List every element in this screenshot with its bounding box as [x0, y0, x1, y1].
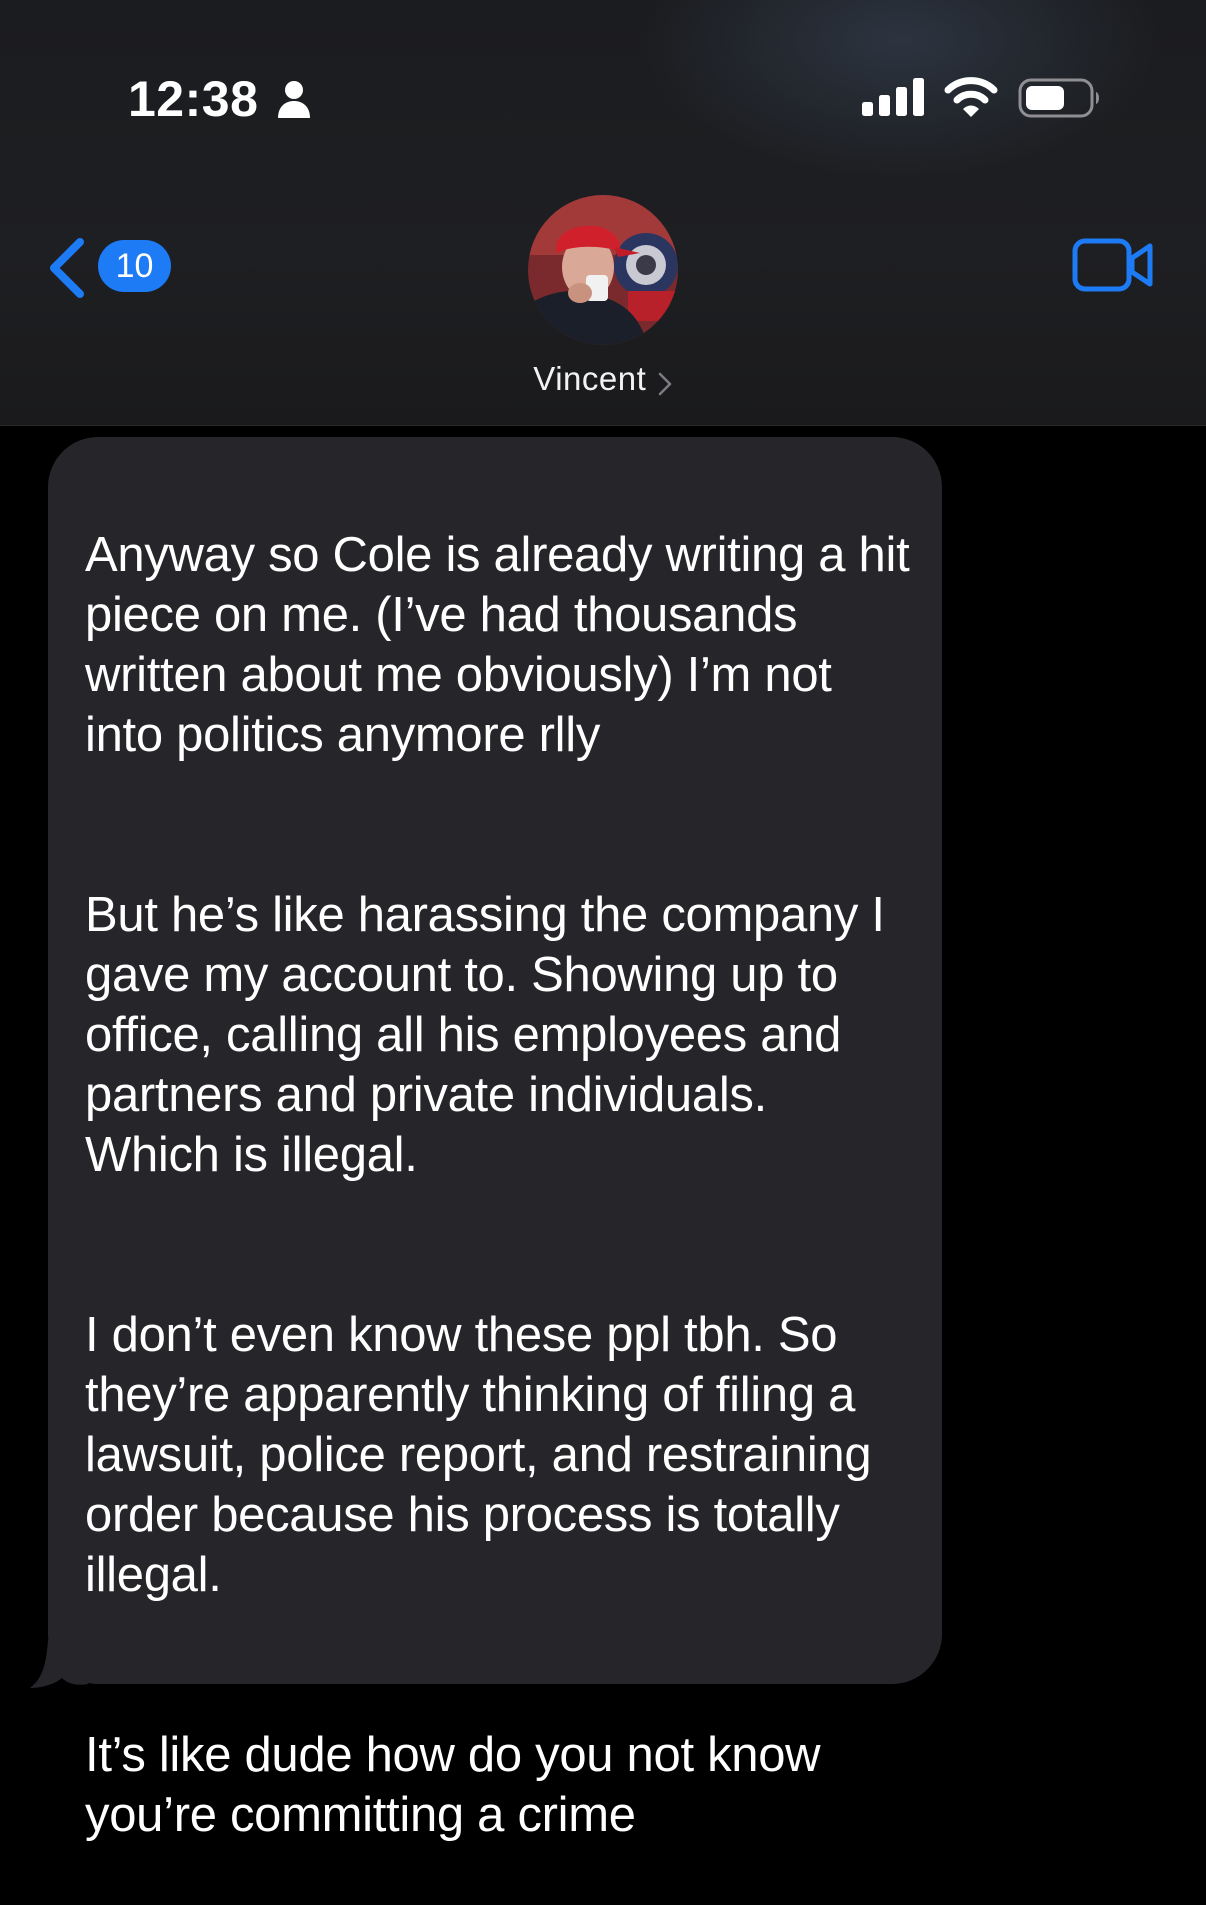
wifi-icon [944, 77, 998, 117]
contact-name-link[interactable]: Vincent [0, 360, 1206, 398]
chevron-right-icon [658, 372, 671, 396]
video-camera-icon[interactable] [1072, 236, 1154, 294]
avatar-photo [528, 195, 678, 345]
message-text: Anyway so Cole is already writing a hit … [85, 465, 912, 1905]
cellular-signal-icon [862, 78, 924, 116]
message-paragraph: Anyway so Cole is already writing a hit … [85, 528, 910, 762]
bubble-tail [30, 1640, 88, 1688]
chevron-left-icon [50, 238, 84, 298]
message-bubble[interactable]: Anyway so Cole is already writing a hit … [48, 437, 942, 1842]
conversation-header: 12:38 10 Vincent [0, 0, 1206, 426]
status-time: 12:38 [128, 71, 259, 127]
back-button[interactable]: 10 [44, 232, 184, 302]
message-paragraph: I don’t even know these ppl tbh. So they… [85, 1308, 872, 1602]
battery-icon [1018, 78, 1099, 118]
message-paragraph: But he’s like harassing the company I ga… [85, 888, 885, 1182]
person-icon [278, 81, 310, 118]
message-paragraph: It’s like dude how do you not know you’r… [85, 1728, 821, 1842]
unread-count-badge: 10 [98, 240, 171, 292]
avatar[interactable] [528, 195, 678, 345]
contact-name: Vincent [533, 360, 647, 397]
